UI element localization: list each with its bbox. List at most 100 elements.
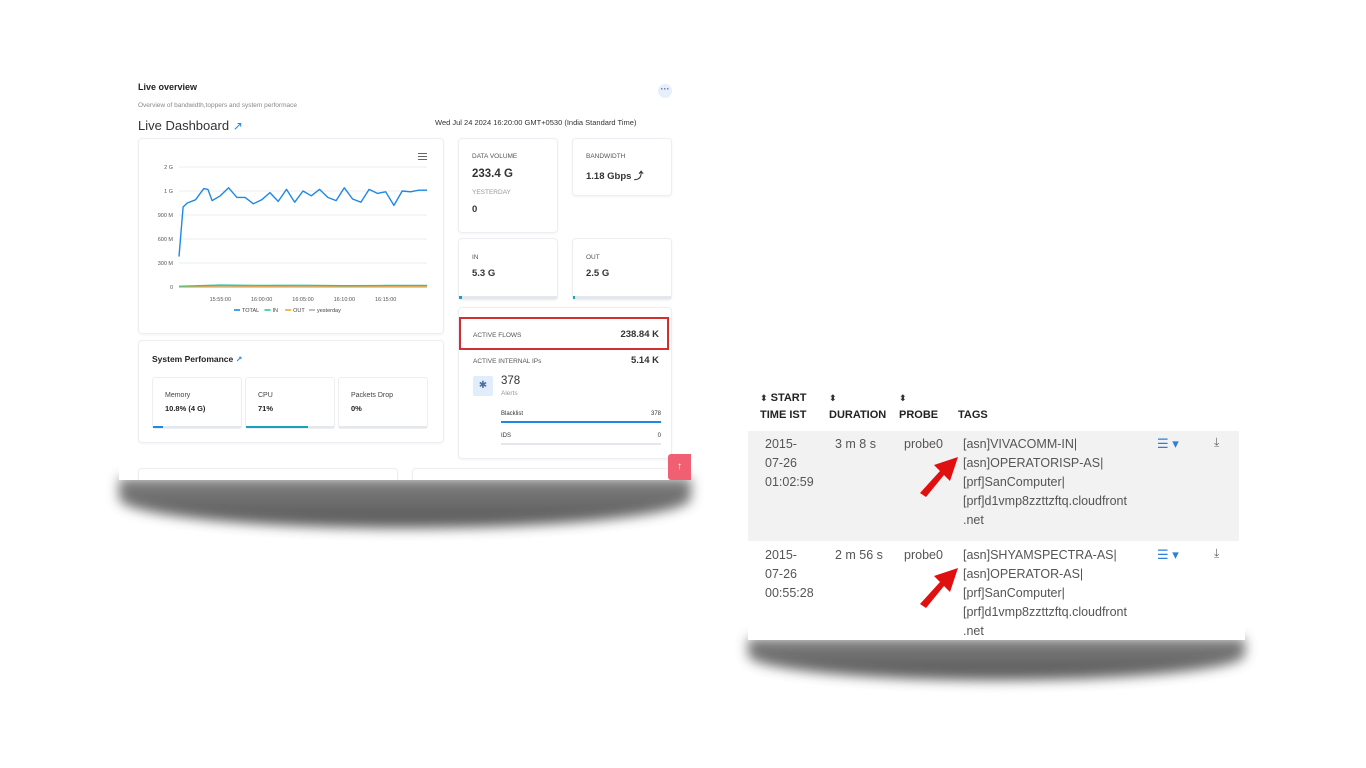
y-tick-label: 300 M [158,261,174,267]
bandwidth-value: 1.18 Gbps ⤴ [586,171,644,182]
system-performance-card: System Perfomance ↗︎ Memory 10.8% (4 G) … [138,340,444,443]
blacklist-label: Blacklist [501,411,524,417]
cpu-progress-bar [246,426,334,428]
tag-prf-2: [prf]d1vmp8zzttzftq.cloudfront [963,494,1127,508]
tag-asn-2: [asn]OPERATORISP-AS| [963,456,1104,470]
left-panel-shadow [119,478,691,528]
series-line-total [178,187,427,257]
tag-asn-2: [asn]OPERATOR-AS| [963,567,1084,581]
arrow-shape-2 [920,568,958,608]
y-tick-label: 600 M [158,237,174,243]
table-row[interactable]: 2015- 07-26 00:55:28 2 m 56 s probe0 [as… [748,542,1239,640]
y-tick-label: 0 [170,285,173,291]
ids-progress-bar [501,443,661,445]
live-overview-panel: Live overview Overview of bandwidth,topp… [119,77,691,480]
download-icon[interactable]: ⤓ [1214,435,1219,450]
in-card: IN 5.3 G [458,238,558,300]
external-link-icon[interactable]: ↗︎ [233,119,243,133]
system-performance-title[interactable]: System Perfomance ↗︎ [152,354,242,364]
legend-label: yesterday [317,308,341,314]
ids-value: 0 [657,433,661,439]
duration-cell: 3 m 8 s [835,437,876,451]
bandwidth-chart-card: 0 300 M 600 M 900 M 1 G 2 G 15:55:00 16:00:00 16… [138,138,444,334]
alerts-label: Alerts [501,390,518,397]
out-label: OUT [586,254,600,261]
arrow-shape-1 [920,457,958,497]
legend-label: OUT [293,308,305,314]
x-tick-label: 15:55:00 [210,297,231,303]
start-time-cell: 2015- 07-26 00:55:28 [765,546,814,603]
x-tick-label: 16:10:00 [334,297,355,303]
yesterday-value: 0 [472,204,478,215]
system-performance-title-text[interactable]: System Perfomance [152,354,233,364]
memory-label: Memory [165,392,191,399]
dashboard-title[interactable]: Live Dashboard ↗︎ [138,118,243,133]
in-value: 5.3 G [472,268,496,279]
data-volume-label: DATA VOLUME [472,153,518,160]
start-time-part: 01:02:59 [765,475,814,489]
tags-cell: [asn]VIVACOMM-IN| [asn]OPERATORISP-AS| [… [963,435,1127,530]
tag-prf-2-suffix: .net [963,513,984,527]
bandwidth-label: BANDWIDTH [586,153,626,160]
x-tick-label: 16:00:00 [251,297,272,303]
cpu-label: CPU [258,392,273,399]
row-actions-menu-icon[interactable]: ☰ ▾ [1157,436,1179,452]
dashboard-title-text[interactable]: Live Dashboard [138,118,229,133]
alerts-value: 378 [501,375,521,387]
sort-icon[interactable]: ⬍ [899,393,907,403]
row-actions-menu-icon[interactable]: ☰ ▾ [1157,547,1179,563]
ids-row[interactable]: IDS 0 [501,433,661,439]
header-probe[interactable]: ⬍ PROBE [899,390,938,424]
header-duration-label[interactable]: DURATION [829,409,886,421]
out-progress-bar [573,296,671,299]
tag-prf-2-suffix: .net [963,624,984,638]
live-overview-subtitle: Overview of bandwidth,toppers and system… [138,102,297,109]
more-options-button[interactable]: ··· [658,84,672,98]
internal-ips-label: ACTIVE INTERNAL IPs [473,358,542,365]
cpu-value: 71% [258,404,274,413]
sort-icon[interactable]: ⬍ [829,393,837,403]
sort-icon[interactable]: ⬍ [760,393,768,403]
header-tags: TAGS [958,390,988,424]
header-probe-label[interactable]: PROBE [899,409,938,421]
header-duration[interactable]: ⬍ DURATION [829,390,886,424]
header-start-time-line1[interactable]: START [771,392,807,404]
external-link-icon[interactable]: ↗︎ [236,355,243,364]
download-icon[interactable]: ⤓ [1214,546,1219,561]
blacklist-row[interactable]: Blacklist 378 [501,411,661,417]
bandwidth-chart: 0 300 M 600 M 900 M 1 G 2 G 15:55:00 16:00:00 16… [158,165,428,314]
start-time-cell: 2015- 07-26 01:02:59 [765,435,814,492]
header-start-time[interactable]: ⬍ START TIME IST [760,390,806,424]
blacklist-value: 378 [650,411,661,417]
x-tick-label: 16:05:00 [292,297,313,303]
y-tick-label: 2 G [164,165,173,171]
packets-drop-value: 0% [351,404,362,413]
in-label: IN [472,254,479,261]
tag-asn-1: [asn]VIVACOMM-IN| [963,437,1078,451]
blacklist-progress-bar [501,421,661,423]
scroll-to-top-button[interactable]: ↑ [668,454,691,480]
memory-tile: Memory 10.8% (4 G) [152,377,242,429]
start-date-part2: 07-26 [765,567,797,581]
bottom-card-right [412,468,674,480]
y-tick-label: 1 G [164,189,173,195]
packets-drop-progress-bar [339,426,427,428]
out-progress-fill [573,296,575,299]
header-tags-label: TAGS [958,409,988,421]
legend-label: IN [273,308,279,314]
packets-drop-label: Packets Drop [351,392,394,399]
cpu-tile: CPU 71% [245,377,335,429]
right-panel-shadow [748,638,1245,680]
bug-icon: ✱ [473,376,493,396]
header-start-time-line2[interactable]: TIME IST [760,409,806,421]
start-date-part1: 2015- [765,548,797,562]
out-value: 2.5 G [586,268,610,279]
blacklist-progress-fill [501,421,661,423]
bottom-card-left [138,468,398,480]
table-row[interactable]: 2015- 07-26 01:02:59 3 m 8 s probe0 [asn… [748,431,1239,541]
yesterday-label: YESTERDAY [472,189,511,196]
start-time-part: 00:55:28 [765,586,814,600]
flows-table-panel: ⬍ START TIME IST ⬍ DURATION ⬍ PROBE TAGS… [748,388,1245,640]
tag-prf-2: [prf]d1vmp8zzttzftq.cloudfront [963,605,1127,619]
memory-progress-bar [153,426,241,428]
